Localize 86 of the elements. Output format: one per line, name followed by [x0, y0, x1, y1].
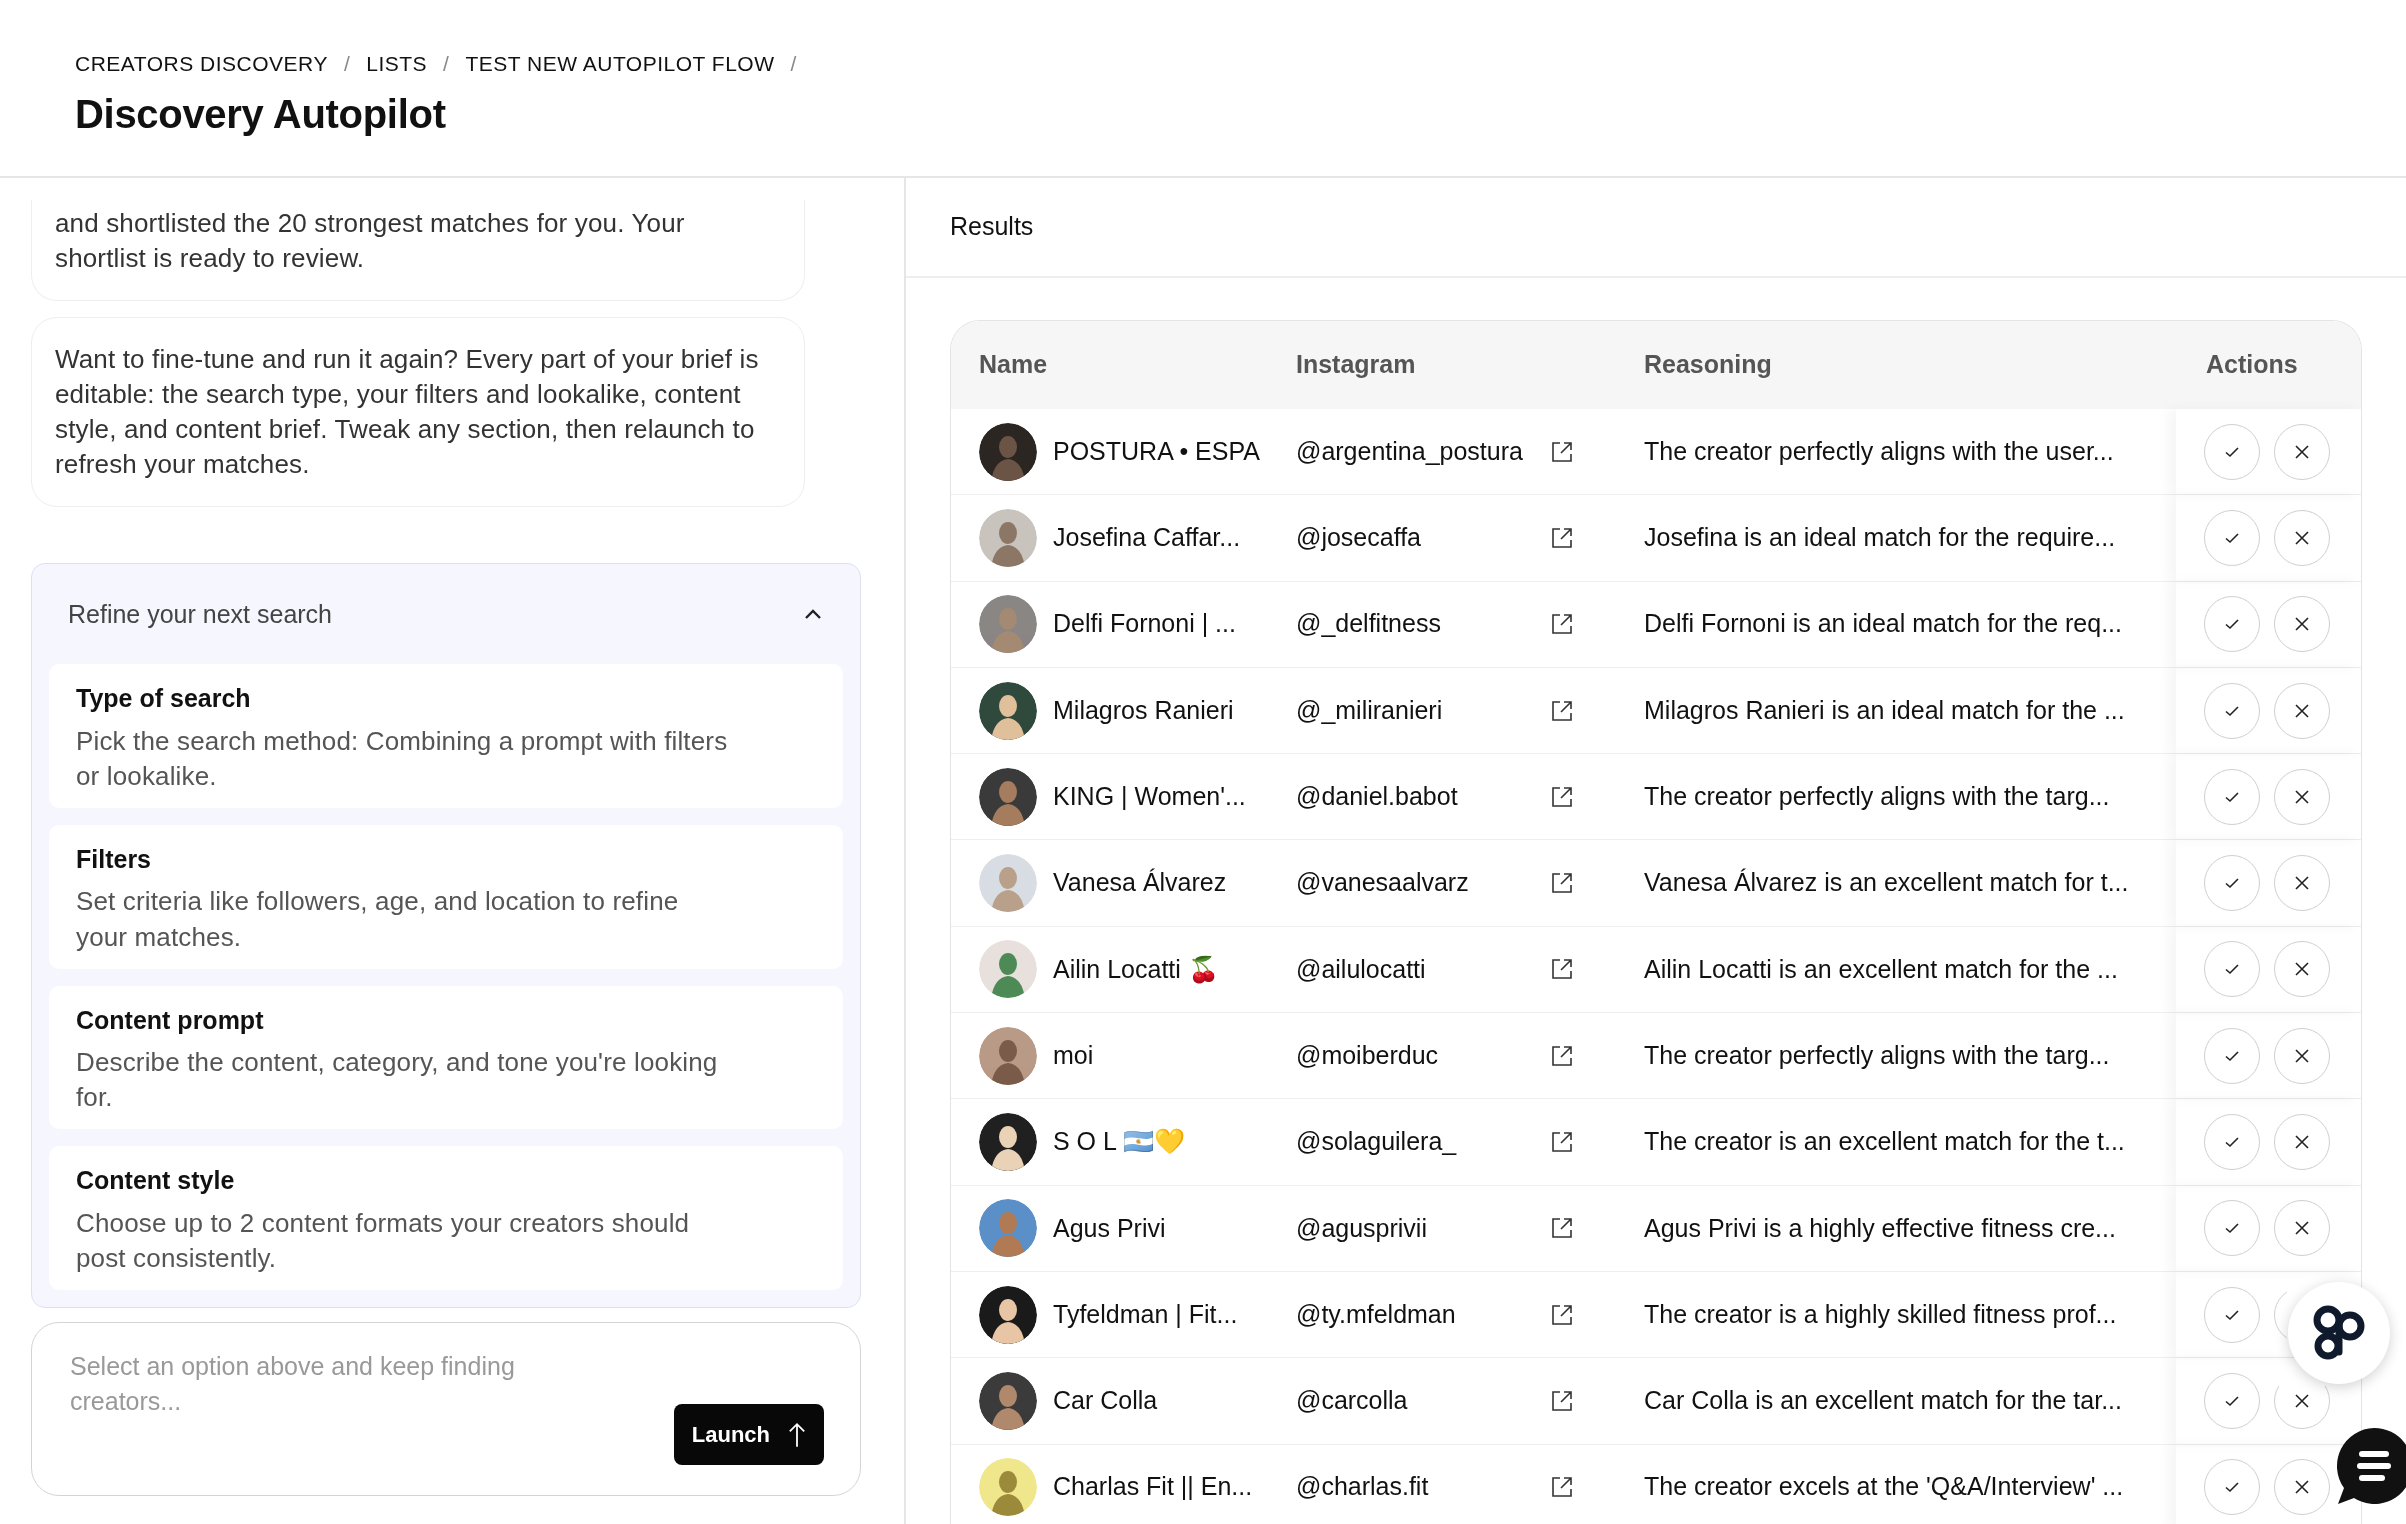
breadcrumb-separator: / — [343, 51, 351, 77]
column-header: Name — [979, 349, 1048, 381]
instagram-handle: @agusprivii — [1296, 1212, 1427, 1244]
option-description: Describe the content, category, and tone you're looking for. — [76, 1046, 719, 1115]
breadcrumb-link[interactable]: TEST NEW AUTOPILOT FLOW — [465, 48, 775, 80]
message-bubble: Want to fine-tune and run it again? Every part of your brief is editable: the search type, your filters and lookalike, content style, and content brief. Tweak any section, then relaunch to refresh your matches. — [31, 316, 805, 508]
creator-name: Josefina Caffar... — [1053, 522, 1241, 554]
external-link-icon[interactable] — [1550, 1043, 1574, 1068]
option-description: Set criteria like followers, age, and location to refine your matches. — [76, 885, 680, 954]
reasoning-text: Delfi Fornoni is an ideal match for the req... — [1644, 608, 2122, 640]
option-card[interactable]: Type of search Pick the search method: Combining a prompt with filters or lookalike. — [49, 664, 843, 808]
creator-name: Ailin Locatti 🍒 — [1053, 953, 1219, 986]
external-link-icon[interactable] — [1550, 784, 1574, 809]
page-title: Discovery Autopilot — [75, 90, 447, 138]
option-title: Content prompt — [76, 1004, 265, 1036]
creator-name: KING | Women'... — [1053, 781, 1246, 813]
creator-name: Vanesa Álvarez — [1053, 867, 1227, 899]
instagram-handle: @_miliranieri — [1296, 694, 1443, 726]
reasoning-text: The creator is a highly skilled fitness prof... — [1644, 1298, 2117, 1330]
creator-name: Agus Privi — [1053, 1212, 1166, 1244]
instagram-handle: @vanesaalvarz — [1296, 867, 1469, 899]
instagram-handle: @ty.mfeldman — [1296, 1298, 1456, 1330]
creator-name: Car Colla — [1053, 1385, 1158, 1417]
breadcrumb-separator: / — [790, 51, 797, 77]
creator-name: moi — [1053, 1039, 1094, 1071]
breadcrumb-separator: / — [443, 51, 450, 77]
reasoning-text: The creator perfectly aligns with the targ... — [1644, 781, 2110, 813]
reasoning-text: Josefina is an ideal match for the require... — [1644, 522, 2116, 554]
logo-icon[interactable] — [2288, 1282, 2390, 1384]
creator-name: S O L 🇦🇷💛 — [1053, 1126, 1185, 1158]
instagram-handle: @josecaffa — [1296, 522, 1421, 554]
creator-name: Milagros Ranieri — [1053, 694, 1234, 726]
option-title: Type of search — [76, 683, 252, 715]
reject-button[interactable] — [2274, 1114, 2330, 1170]
prompt-field[interactable]: Select an option above and keep finding creators... Launch — [31, 1322, 861, 1496]
reasoning-text: The creator is an excellent match for the t... — [1644, 1126, 2125, 1158]
instagram-handle: @argentina_postura — [1296, 435, 1523, 467]
instagram-handle: @carcolla — [1296, 1385, 1408, 1417]
external-link-icon[interactable] — [1550, 1302, 1574, 1327]
option-card[interactable]: Content style Choose up to 2 content formats your creators should post consistently. — [49, 1146, 843, 1290]
external-link-icon[interactable] — [1550, 1475, 1574, 1500]
reasoning-text: Agus Privi is a highly effective fitness cre... — [1644, 1212, 2116, 1244]
creator-name: Delfi Fornoni | ... — [1053, 608, 1236, 640]
reasoning-text: Ailin Locatti is an excellent match for the ... — [1644, 953, 2118, 985]
external-link-icon[interactable] — [1550, 957, 1574, 982]
external-link-icon[interactable] — [1550, 1216, 1574, 1241]
external-link-icon[interactable] — [1550, 1130, 1574, 1154]
external-link-icon[interactable] — [1550, 612, 1574, 637]
breadcrumb-link[interactable]: CREATORS DISCOVERY — [75, 48, 328, 80]
external-link-icon[interactable] — [1550, 698, 1574, 723]
instagram-handle: @solaguilera_ — [1296, 1126, 1457, 1158]
column-header: Instagram — [1296, 349, 1416, 381]
reject-button[interactable] — [2274, 1385, 2330, 1429]
option-description: Pick the search method: Combining a prompt with filters or lookalike. — [76, 724, 729, 793]
arrow-up-icon — [788, 1421, 806, 1448]
panel-title: Refine your next search — [68, 598, 333, 630]
reasoning-text: The creator perfectly aligns with the user... — [1644, 435, 2114, 467]
external-link-icon[interactable] — [1550, 439, 1574, 464]
reasoning-text: The creator excels at the 'Q&A/Interview' ... — [1644, 1471, 2124, 1503]
instagram-handle: @daniel.babot — [1296, 781, 1458, 813]
external-link-icon[interactable] — [1550, 525, 1574, 550]
external-link-icon[interactable] — [1550, 871, 1574, 896]
instagram-handle: @charlas.fit — [1296, 1471, 1429, 1503]
option-title: Filters — [76, 843, 153, 875]
external-link-icon[interactable] — [1550, 1388, 1574, 1413]
approve-button[interactable] — [2204, 1114, 2260, 1170]
launch-button[interactable]: Launch — [673, 1404, 824, 1465]
breadcrumb-link[interactable]: LISTS — [366, 48, 428, 80]
option-card[interactable]: Content prompt Describe the content, category, and tone you're looking for. — [49, 985, 843, 1130]
option-title: Content style — [76, 1165, 236, 1197]
option-description: Choose up to 2 content formats your creators should post consistently. — [76, 1206, 691, 1275]
creator-name: POSTURA • ESPA — [1053, 435, 1260, 467]
reasoning-text: Car Colla is an excellent match for the tar... — [1644, 1385, 2122, 1417]
message-bubble: and shortlisted the 20 strongest matches for you. Your shortlist is ready to review. — [31, 199, 805, 301]
instagram-handle: @_delfitness — [1296, 608, 1441, 640]
creator-name: Charlas Fit || En... — [1053, 1471, 1253, 1503]
option-card[interactable]: Filters Set criteria like followers, age, and location to refine your matches. — [49, 824, 843, 969]
reasoning-text: Milagros Ranieri is an ideal match for the ... — [1644, 694, 2125, 726]
reasoning-text: Vanesa Álvarez is an excellent match for t... — [1644, 867, 2129, 899]
column-header: Actions — [2206, 349, 2298, 381]
creator-name: Tyfeldman | Fit... — [1053, 1298, 1238, 1330]
instagram-handle: @moiberduc — [1296, 1039, 1439, 1071]
reasoning-text: The creator perfectly aligns with the targ... — [1644, 1039, 2110, 1071]
section-title: Results — [950, 211, 1034, 243]
instagram-handle: @ailulocatti — [1296, 953, 1426, 985]
column-header: Reasoning — [1644, 349, 1772, 381]
